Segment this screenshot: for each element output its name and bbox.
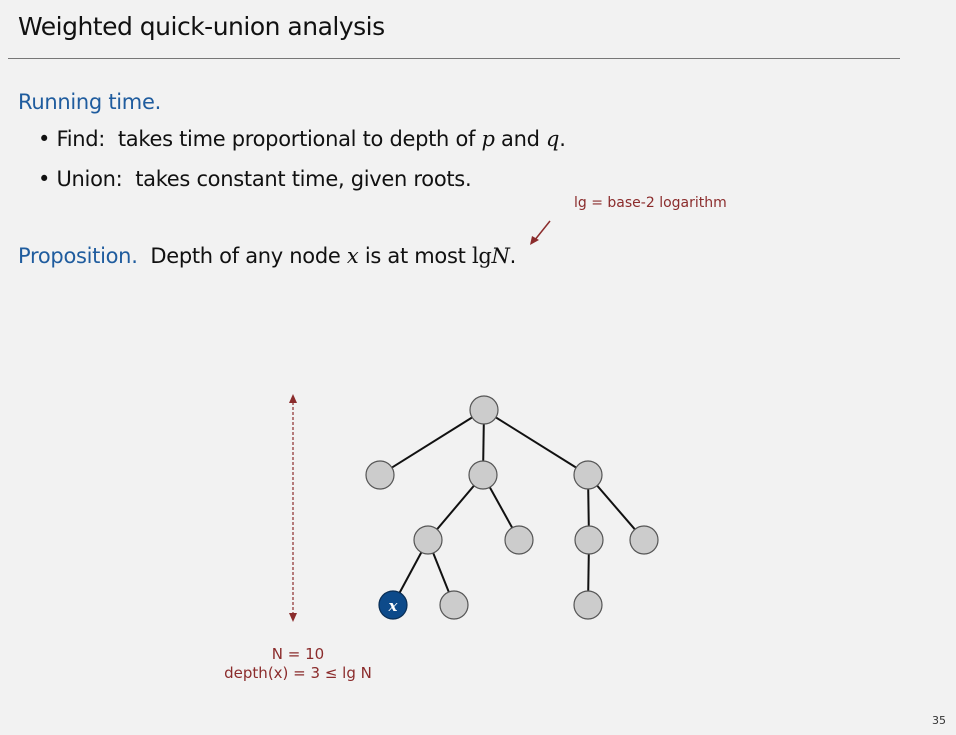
- caption-n: N = 10: [271, 645, 325, 663]
- bullet-union: • Union: takes constant time, given root…: [38, 167, 472, 191]
- tree-node: [504, 525, 534, 555]
- title-divider: [8, 58, 900, 59]
- tree-nodes: [365, 395, 659, 620]
- tree-node: [413, 525, 443, 555]
- proposition: Proposition. Depth of any node x is at m…: [18, 244, 516, 268]
- depth-arrow: [289, 394, 297, 622]
- running-time-heading: Running time.: [18, 90, 161, 114]
- bullet-dot: •: [38, 167, 57, 191]
- tree-node: [468, 460, 498, 490]
- tree-edges: [379, 409, 645, 606]
- tree-node: [439, 590, 469, 620]
- slide-title: Weighted quick-union analysis: [18, 12, 385, 41]
- tree-node-root: [469, 395, 499, 425]
- page-number: 35: [932, 714, 946, 727]
- bullet-dot: •: [38, 127, 57, 151]
- tree-node: [574, 525, 604, 555]
- bullet-find: • Find: takes time proportional to depth…: [38, 127, 566, 151]
- tree-diagram: x: [289, 394, 659, 622]
- tree-node: [365, 460, 395, 490]
- tree-node: [629, 525, 659, 555]
- annotation-arrow-icon: [530, 220, 551, 245]
- lg-annotation: lg = base-2 logarithm: [574, 195, 727, 211]
- caption-depth: depth(x) = 3 ≤ lg N: [224, 664, 372, 682]
- tree-node: [573, 590, 603, 620]
- tree-node: [573, 460, 603, 490]
- node-x-label: x: [388, 597, 399, 615]
